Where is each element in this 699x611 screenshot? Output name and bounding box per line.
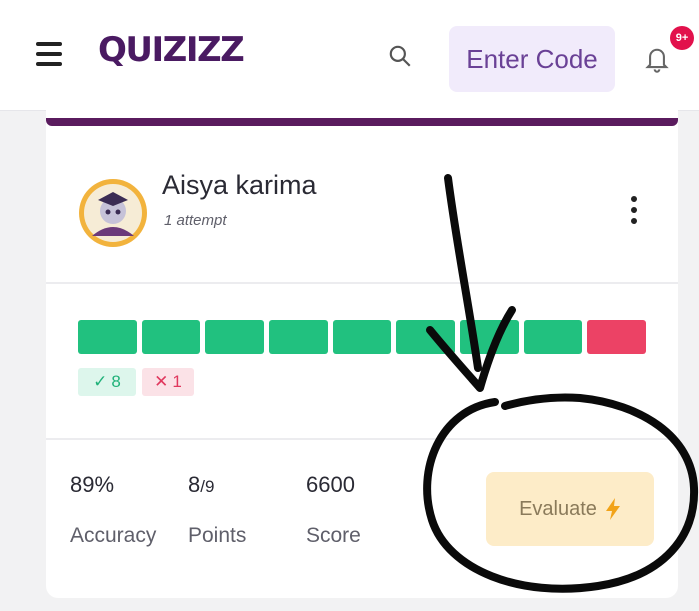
points-earned: 8: [188, 472, 201, 497]
search-icon: [389, 45, 411, 67]
search-button[interactable]: [378, 34, 422, 78]
check-icon: ✓: [93, 372, 108, 391]
correct-count: 8: [111, 372, 121, 391]
question-result-7-correct[interactable]: [460, 320, 519, 354]
accuracy-value: 89%: [70, 472, 115, 497]
points-value: 8/9: [188, 472, 214, 498]
question-results-bar: [78, 320, 647, 354]
correct-count-chip: ✓ 8: [78, 368, 136, 396]
student-name[interactable]: Aisya karima: [162, 170, 317, 201]
accuracy-label: Accuracy: [70, 524, 157, 547]
score-label: Score: [306, 524, 361, 547]
points-label: Points: [188, 524, 247, 547]
score-value: 6600: [306, 472, 355, 497]
more-options-icon[interactable]: [626, 196, 642, 236]
card-accent-bar: [46, 118, 678, 126]
enter-code-button[interactable]: Enter Code: [449, 26, 615, 92]
student-avatar: [79, 179, 147, 247]
hamburger-menu-icon[interactable]: [36, 42, 62, 66]
evaluate-label: Evaluate: [519, 497, 597, 520]
card-divider: [46, 282, 678, 284]
evaluate-button[interactable]: Evaluate: [486, 472, 654, 546]
cross-icon: ✕: [154, 372, 169, 391]
question-result-1-correct[interactable]: [78, 320, 137, 354]
card-divider: [46, 438, 678, 440]
question-result-5-correct[interactable]: [332, 320, 392, 354]
top-navbar: QUIZIZZ Enter Code 9+: [0, 0, 699, 111]
points-total: /9: [200, 477, 215, 496]
question-result-4-correct[interactable]: [269, 320, 328, 354]
notification-count-badge: 9+: [670, 26, 694, 50]
incorrect-count: 1: [172, 372, 182, 391]
question-result-6-correct[interactable]: [396, 320, 456, 354]
question-result-8-correct[interactable]: [523, 320, 583, 354]
question-result-9-incorrect[interactable]: [587, 320, 647, 354]
bell-icon: [645, 48, 669, 73]
incorrect-count-chip: ✕ 1: [142, 368, 194, 396]
attempt-count: 1 attempt: [164, 212, 227, 229]
quizizz-logo[interactable]: QUIZIZZ: [98, 30, 245, 70]
lightning-icon: [605, 498, 620, 520]
question-result-2-correct[interactable]: [141, 320, 201, 354]
question-result-3-correct[interactable]: [205, 320, 265, 354]
